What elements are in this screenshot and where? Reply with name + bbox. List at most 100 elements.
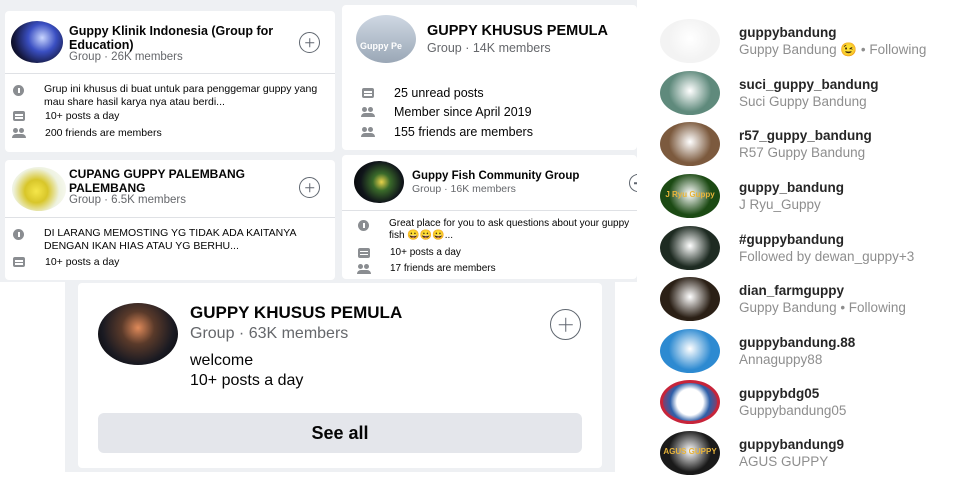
group-description-row: Great place for you to ask questions abo… — [358, 218, 637, 242]
group-description-row: DI LARANG MEMOSTING YG TIDAK ADA KAITANY… — [13, 227, 323, 252]
group-posts-row: 10+ posts a day — [13, 110, 119, 122]
avatar-text: J Ryu Guppy — [665, 190, 715, 199]
join-group-icon[interactable] — [299, 177, 320, 198]
group-card-guppy-klinik[interactable]: Guppy Klinik Indonesia (Group for Educat… — [5, 11, 335, 152]
account-avatar[interactable] — [660, 277, 720, 321]
account-avatar[interactable] — [660, 226, 720, 270]
friends-icon — [12, 128, 26, 138]
group-subtitle: Group · 63K members — [190, 325, 349, 342]
account-display-name: Guppybandung05 — [739, 403, 847, 418]
avatar-text: AGUS GUPPY — [663, 447, 717, 456]
account-avatar[interactable]: J Ryu Guppy — [660, 174, 720, 218]
account-display-name: AGUS GUPPY — [739, 454, 829, 469]
account-username[interactable]: dian_farmguppy — [739, 283, 844, 298]
posts-icon — [13, 111, 25, 121]
group-friends: 155 friends are members — [394, 125, 533, 139]
group-avatar — [354, 161, 404, 203]
group-posts: 10+ posts a day — [390, 247, 461, 258]
account-username[interactable]: guppybandung — [739, 25, 836, 40]
account-avatar[interactable] — [660, 380, 720, 424]
avatar-text: Guppy Pe — [360, 41, 403, 51]
posts-icon — [13, 257, 25, 267]
group-title[interactable]: Guppy Klinik Indonesia (Group for Educat… — [69, 24, 299, 53]
instagram-account-row[interactable]: AGUS GUPPY guppybandung9 AGUS GUPPY — [660, 431, 960, 477]
account-display-name: R57 Guppy Bandung — [739, 145, 866, 160]
divider — [5, 73, 335, 74]
account-username[interactable]: r57_guppy_bandung — [739, 128, 872, 143]
posts-icon — [362, 88, 374, 98]
group-friends-row: 200 friends are members — [12, 127, 162, 139]
join-group-icon[interactable] — [629, 174, 637, 192]
instagram-account-row[interactable]: guppybandung Guppy Bandung 😉 • Following — [660, 19, 960, 65]
group-subtitle: Group · 6.5K members — [69, 194, 186, 206]
group-title[interactable]: Guppy Fish Community Group — [412, 170, 579, 183]
group-card-guppy-khusus-pemula[interactable]: Guppy Pe GUPPY KHUSUS PEMULA Group · 14K… — [342, 5, 637, 150]
group-avatar — [12, 167, 66, 211]
instagram-account-row[interactable]: J Ryu Guppy guppy_bandung J Ryu_Guppy — [660, 174, 960, 220]
divider — [342, 210, 637, 211]
account-avatar[interactable]: AGUS GUPPY — [660, 431, 720, 475]
group-avatar — [11, 21, 63, 63]
account-username[interactable]: guppy_bandung — [739, 180, 844, 195]
member-icon — [361, 107, 375, 117]
group-avatar: Guppy Pe — [356, 15, 416, 63]
account-username[interactable]: #guppybandung — [739, 232, 844, 247]
account-display-name: Followed by dewan_guppy+3 — [739, 249, 915, 264]
account-display-name: Guppy Bandung 😉 • Following — [739, 42, 927, 57]
join-group-icon[interactable] — [299, 32, 320, 53]
group-description-row: Grup ini khusus di buat untuk para pengg… — [13, 83, 323, 108]
group-card-cupang-guppy-palembang[interactable]: CUPANG GUPPY PALEMBANG PALEMBANG Group ·… — [5, 160, 335, 280]
account-display-name: Suci Guppy Bandung — [739, 94, 867, 109]
friends-icon — [361, 127, 375, 137]
info-icon — [358, 220, 369, 231]
group-subtitle: Group · 16K members — [412, 183, 516, 195]
group-posts: 10+ posts a day — [190, 372, 304, 389]
group-title[interactable]: CUPANG GUPPY PALEMBANG PALEMBANG — [69, 167, 289, 196]
see-all-button[interactable]: See all — [98, 413, 582, 453]
group-title[interactable]: GUPPY KHUSUS PEMULA — [427, 23, 608, 40]
group-subtitle: Group · 26K members — [69, 51, 183, 63]
account-avatar[interactable] — [660, 71, 720, 115]
instagram-account-row[interactable]: guppybandung.88 Annaguppy88 — [660, 329, 960, 375]
group-posts: 10+ posts a day — [45, 256, 120, 268]
group-title[interactable]: GUPPY KHUSUS PEMULA — [190, 303, 402, 323]
group-friends-row: 17 friends are members — [357, 263, 496, 274]
account-avatar[interactable] — [660, 122, 720, 166]
group-unread-row: 25 unread posts — [362, 86, 484, 100]
account-display-name: Annaguppy88 — [739, 352, 823, 367]
group-unread: 25 unread posts — [394, 86, 484, 100]
group-friends: 17 friends are members — [390, 263, 496, 274]
group-friends: 200 friends are members — [45, 127, 162, 139]
account-username[interactable]: guppybdg05 — [739, 386, 819, 401]
account-username[interactable]: guppybandung.88 — [739, 335, 855, 350]
group-posts: 10+ posts a day — [45, 110, 120, 122]
instagram-account-row[interactable]: r57_guppy_bandung R57 Guppy Bandung — [660, 122, 960, 168]
instagram-account-row[interactable]: suci_guppy_bandung Suci Guppy Bandung — [660, 71, 960, 117]
group-subtitle: Group · 14K members — [427, 41, 551, 55]
instagram-account-row[interactable]: dian_farmguppy Guppy Bandung • Following — [660, 277, 960, 323]
account-avatar[interactable] — [660, 19, 720, 63]
group-card-guppy-fish-community[interactable]: Guppy Fish Community Group Group · 16K m… — [342, 155, 637, 279]
account-avatar[interactable] — [660, 329, 720, 373]
account-username[interactable]: guppybandung9 — [739, 437, 844, 452]
group-member-since: Member since April 2019 — [394, 105, 532, 119]
group-description: Great place for you to ask questions abo… — [389, 218, 630, 241]
divider — [5, 217, 335, 218]
account-username[interactable]: suci_guppy_bandung — [739, 77, 879, 92]
posts-icon — [358, 247, 370, 258]
friends-icon — [357, 263, 371, 274]
instagram-account-row[interactable]: #guppybandung Followed by dewan_guppy+3 — [660, 226, 960, 272]
group-description: DI LARANG MEMOSTING YG TIDAK ADA KAITANY… — [44, 227, 296, 252]
group-posts-row: 10+ posts a day — [358, 247, 461, 258]
group-avatar — [98, 303, 178, 365]
info-icon — [13, 85, 24, 96]
group-description: welcome — [190, 352, 254, 369]
join-group-icon[interactable] — [550, 309, 581, 340]
account-display-name: Guppy Bandung • Following — [739, 300, 906, 315]
info-icon — [13, 229, 24, 240]
group-description: Grup ini khusus di buat untuk para pengg… — [44, 83, 318, 108]
instagram-account-row[interactable]: guppybdg05 Guppybandung05 — [660, 380, 960, 426]
group-member-since-row: Member since April 2019 — [361, 105, 532, 119]
group-posts-row: 10+ posts a day — [13, 256, 119, 268]
group-friends-row: 155 friends are members — [361, 125, 533, 139]
